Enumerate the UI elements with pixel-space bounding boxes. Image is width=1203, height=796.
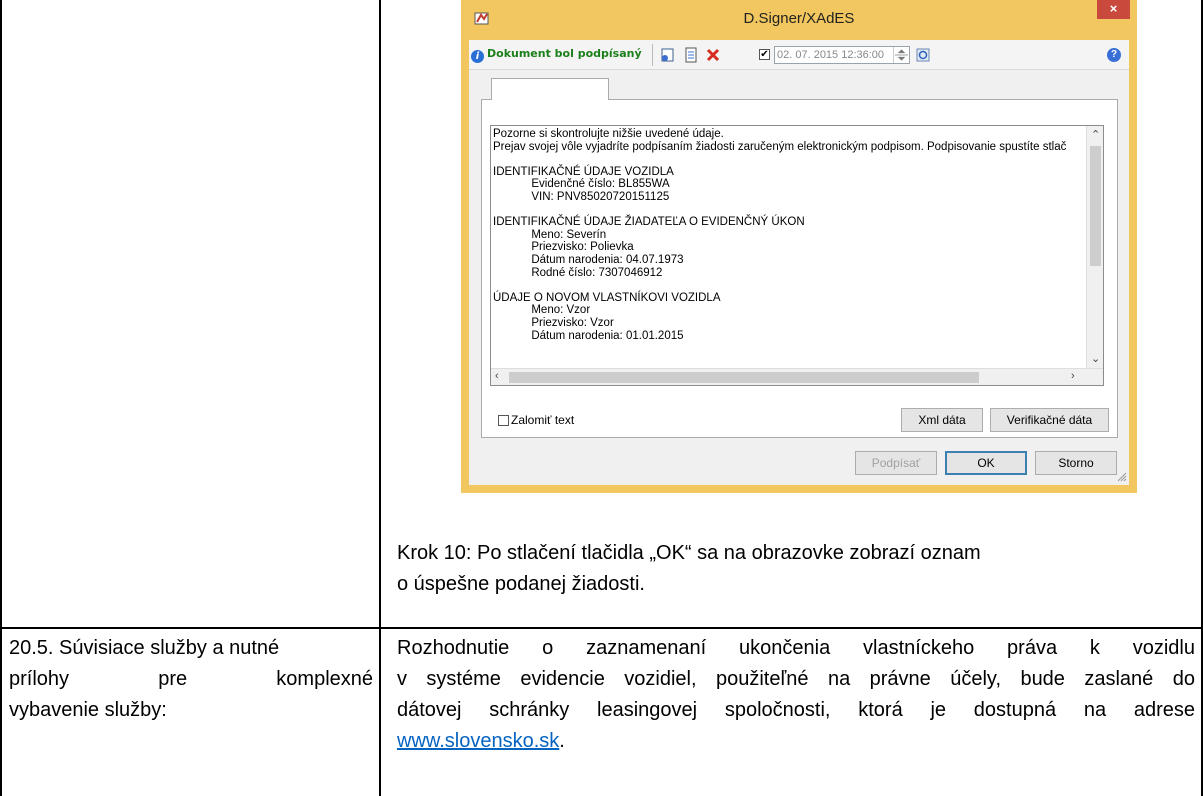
certificate-icon[interactable]	[660, 47, 676, 63]
section-content: Rozhodnutie o zaznamenaní ukončenia vlas…	[397, 633, 1195, 757]
resize-grip-icon[interactable]	[1115, 470, 1127, 482]
toolbar-separator	[652, 44, 653, 66]
horizontal-scrollbar[interactable]: ‹ ›	[491, 368, 1103, 385]
section-label-line-1: 20.5. Súvisiace služby a nutné	[9, 637, 280, 659]
scroll-left-icon[interactable]: ‹	[495, 370, 499, 382]
sign-button[interactable]: Podpísať	[855, 451, 937, 475]
datetime-value: 02. 07. 2015 12:36:00	[777, 49, 885, 61]
document-text-line: ÚDAJE O NOVOM VLASTNÍKOVI VOZIDLA	[493, 291, 721, 304]
document-text-line: Priezvisko: Polievka	[493, 241, 634, 254]
document-text-line: Pozorne si skontrolujte nižšie uvedené ú…	[493, 128, 724, 140]
document-text-line: Dátum narodenia: 01.01.2015	[493, 329, 684, 342]
step-10-text: Krok 10: Po stlačení tlačidla „OK“ sa na…	[397, 538, 1177, 600]
vertical-scrollbar[interactable]: ⌃ ⌄	[1086, 126, 1103, 370]
section-label-word-3: komplexné	[276, 668, 373, 690]
ok-button[interactable]: OK	[945, 451, 1027, 475]
cancel-button[interactable]: Storno	[1035, 451, 1117, 475]
document-text-line: Priezvisko: Vzor	[493, 316, 614, 329]
dsigner-dialog: D.Signer/XAdES × i Dokument bol podpísaný…	[461, 0, 1137, 493]
wrap-text-label: Zalomiť text	[511, 413, 575, 427]
section-label-word-2: pre	[158, 668, 188, 690]
link-suffix: .	[559, 730, 565, 752]
slovensko-link[interactable]: www.slovensko.sk	[397, 730, 559, 752]
help-icon[interactable]: ?	[1107, 48, 1121, 62]
document-text-line: IDENTIFIKAČNÉ ÚDAJE VOZIDLA	[493, 165, 674, 178]
document-text: Pozorne si skontrolujte nižšie uvedené ú…	[493, 128, 1085, 342]
wrap-text-checkbox[interactable]	[498, 415, 509, 426]
section-label: 20.5. Súvisiace služby a nutné prílohy p…	[9, 633, 373, 726]
document-text-area[interactable]: Pozorne si skontrolujte nižšie uvedené ú…	[490, 125, 1104, 386]
table-column-divider	[379, 0, 381, 796]
section-content-line-4: www.slovensko.sk.	[397, 726, 1195, 757]
scroll-down-icon[interactable]: ⌄	[1091, 352, 1100, 365]
timestamp-checkbox[interactable]: ✔	[759, 49, 770, 60]
document-text-line	[493, 153, 1085, 166]
section-content-line-1: Rozhodnutie o zaznamenaní ukončenia vlas…	[397, 637, 1195, 659]
table-row-divider	[0, 627, 1203, 629]
section-label-line-2: prílohy pre komplexné	[9, 664, 373, 695]
document-text-line: Evidenčné číslo: BL855WA	[493, 178, 670, 191]
document-text-line: Rodné číslo: 7307046912	[493, 266, 663, 279]
document-text-line: VIN: PNV85020720151125	[493, 190, 670, 203]
document-text-line: Dátum narodenia: 04.07.1973	[493, 253, 684, 266]
signed-status: i Dokument bol podpísaný	[471, 47, 642, 63]
document-text-line	[493, 279, 1085, 292]
xml-data-button[interactable]: Xml dáta	[901, 408, 983, 432]
document-text-line: Meno: Vzor	[493, 304, 591, 317]
section-content-line-3: dátovej schránky leasingovej spoločnosti…	[397, 699, 1195, 721]
document-text-line	[493, 204, 1085, 217]
datetime-field[interactable]: 02. 07. 2015 12:36:00	[774, 46, 910, 64]
document-text-line: IDENTIFIKAČNÉ ÚDAJE ŽIADATEĽA O EVIDENČN…	[493, 216, 805, 229]
dialog-body: i Dokument bol podpísaný ✔ 02. 07. 2015 1…	[469, 40, 1129, 485]
delete-icon[interactable]	[705, 47, 721, 63]
document-text-line: Meno: Severín	[493, 228, 607, 241]
verification-data-button[interactable]: Verifikačné dáta	[990, 408, 1109, 432]
dialog-title: D.Signer/XAdES	[743, 10, 855, 27]
dialog-toolbar: i Dokument bol podpísaný ✔ 02. 07. 2015 1…	[469, 40, 1129, 70]
dialog-titlebar: D.Signer/XAdES ×	[461, 0, 1137, 40]
section-content-line-2: v systéme evidencie vozidiel, použiteľné…	[397, 668, 1195, 690]
document-text-line: Prejav svojej vôle vyjadríte podpísaním …	[493, 140, 1067, 153]
spin-arrows-icon[interactable]	[893, 47, 909, 63]
close-button[interactable]: ×	[1097, 0, 1130, 19]
step-line-2: o úspešne podanej žiadosti.	[397, 573, 645, 595]
refresh-icon[interactable]	[915, 47, 931, 63]
scroll-up-icon[interactable]: ⌃	[1091, 128, 1100, 141]
section-label-line-3: vybavenie služby:	[9, 699, 167, 721]
tab-document[interactable]	[491, 78, 609, 100]
table-border-left	[0, 0, 2, 796]
scroll-right-icon[interactable]: ›	[1071, 370, 1075, 382]
vertical-scroll-thumb[interactable]	[1090, 146, 1101, 266]
step-line-1: Krok 10: Po stlačení tlačidla „OK“ sa na…	[397, 542, 981, 564]
horizontal-scroll-thumb[interactable]	[509, 372, 979, 383]
document-icon[interactable]	[683, 47, 699, 63]
section-label-word-1: prílohy	[9, 668, 70, 690]
info-icon: i	[471, 50, 484, 63]
signed-status-label: Dokument bol podpísaný	[487, 47, 642, 60]
